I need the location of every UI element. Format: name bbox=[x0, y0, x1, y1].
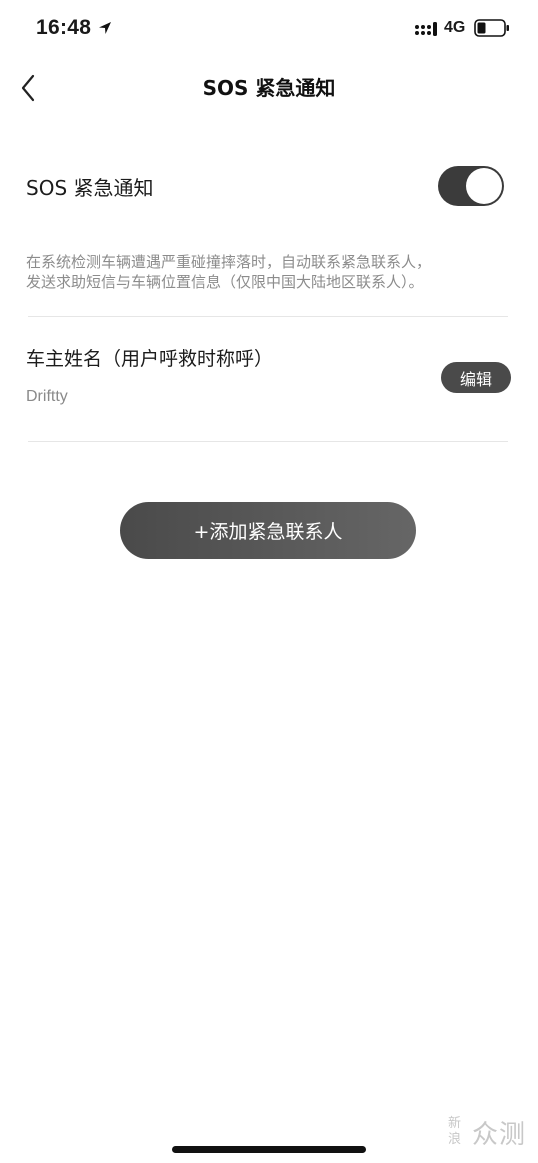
status-bar: 16:48 4G bbox=[0, 0, 538, 58]
add-emergency-contact-button[interactable]: +添加紧急联系人 bbox=[120, 502, 416, 559]
edit-button[interactable]: 编辑 bbox=[441, 362, 511, 393]
sos-label: SOS 紧急通知 bbox=[26, 176, 154, 200]
owner-name-label: 车主姓名（用户呼救时称呼） bbox=[26, 348, 274, 370]
sos-description-line1: 在系统检测车辆遭遇严重碰撞摔落时，自动联系紧急联系人， bbox=[26, 253, 432, 271]
sos-description-line2: 发送求助短信与车辆位置信息（仅限中国大陆地区联系人）。 bbox=[26, 273, 424, 291]
divider bbox=[28, 441, 508, 442]
home-indicator bbox=[172, 1146, 366, 1153]
watermark-small-text: 新浪 bbox=[448, 1116, 462, 1147]
location-arrow-icon bbox=[99, 22, 111, 34]
sos-toggle[interactable] bbox=[438, 166, 504, 206]
signal-icon bbox=[415, 22, 437, 36]
network-type: 4G bbox=[444, 19, 466, 36]
divider bbox=[28, 316, 508, 317]
watermark-text: 众测 bbox=[472, 1120, 527, 1150]
battery-icon bbox=[474, 19, 509, 37]
sos-description: 在系统检测车辆遭遇严重碰撞摔落时，自动联系紧急联系人， 发送求助短信与车辆位置信… bbox=[26, 252, 518, 292]
status-time: 16:48 bbox=[36, 16, 92, 39]
owner-name-value: Driftty bbox=[26, 388, 68, 405]
sos-setting-row: SOS 紧急通知 bbox=[26, 160, 512, 212]
page-title: SOS 紧急通知 bbox=[202, 76, 336, 100]
toggle-knob bbox=[466, 168, 502, 204]
nav-bar: SOS 紧急通知 bbox=[0, 58, 538, 118]
